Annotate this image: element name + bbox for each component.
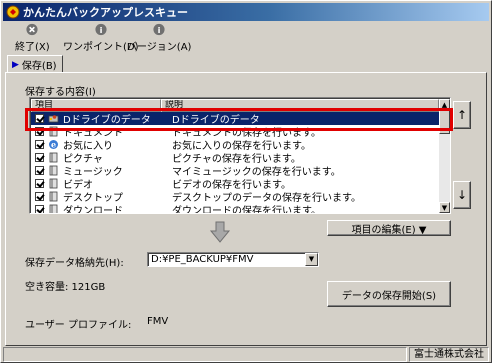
version-button[interactable]: i バージョン(A): [127, 23, 191, 53]
info-icon: i: [95, 23, 107, 36]
dropdown-arrow-icon[interactable]: ▼: [305, 253, 318, 266]
exit-icon: [26, 23, 38, 36]
tab-backup-label: 保存(B): [21, 61, 57, 72]
item-description: ダウンロードの保存を行います。: [172, 206, 321, 214]
user-profile-value: FMV: [147, 316, 169, 327]
scroll-down-arrow-icon[interactable]: ▼: [439, 202, 450, 213]
book-icon: [48, 165, 63, 176]
backup-contents-label: 保存する内容(I): [25, 87, 96, 98]
tab-backup[interactable]: ▶ 保存(B): [7, 55, 63, 73]
svg-text:i: i: [99, 25, 102, 35]
version-info-icon: i: [153, 23, 165, 36]
free-space-label: 空き容量: 121GB: [25, 282, 106, 293]
item-checkbox[interactable]: [35, 166, 44, 175]
svg-text:i: i: [158, 25, 161, 35]
exit-button[interactable]: 終了(X): [15, 23, 50, 53]
selection-highlight-box: [25, 108, 453, 131]
move-up-button[interactable]: ↑: [453, 101, 471, 129]
status-pane-main: [3, 347, 407, 362]
status-company: 富士通株式会社: [409, 347, 489, 362]
item-checkbox[interactable]: [35, 205, 44, 213]
user-profile-label: ユーザー プロファイル:: [25, 320, 132, 331]
svg-text:e: e: [51, 140, 56, 150]
status-bar: 富士通株式会社: [3, 347, 489, 362]
title-bar[interactable]: かんたんバックアップレスキュー: [3, 3, 489, 21]
toolbar: 終了(X) i ワンポイント(D) i バージョン(A): [5, 23, 489, 53]
item-checkbox[interactable]: [35, 140, 44, 149]
tab-strip: ▶ 保存(B): [5, 55, 489, 73]
tab-arrow-icon: ▶: [12, 59, 19, 70]
version-label: バージョン(A): [127, 42, 192, 53]
down-arrow-icon: [209, 221, 231, 243]
app-window: かんたんバックアップレスキュー 終了(X) i ワンポイント(D) i バージョ…: [0, 0, 492, 363]
move-down-button[interactable]: ↓: [453, 181, 471, 209]
window-title: かんたんバックアップレスキュー: [23, 6, 188, 19]
item-checkbox[interactable]: [35, 179, 44, 188]
destination-label: 保存データ格納先(H):: [25, 258, 124, 269]
app-icon: [6, 5, 20, 19]
destination-select[interactable]: D:¥PE_BACKUP¥FMV ▼: [147, 252, 319, 267]
item-checkbox[interactable]: [35, 192, 44, 201]
book-icon: [48, 152, 63, 163]
book-icon: [48, 191, 63, 202]
ie-favorites-icon: e: [48, 139, 63, 150]
destination-value: D:¥PE_BACKUP¥FMV: [151, 254, 254, 265]
book-icon: [48, 204, 63, 213]
book-icon: [48, 178, 63, 189]
exit-label: 終了(X): [15, 42, 50, 53]
item-checkbox[interactable]: [35, 153, 44, 162]
edit-items-button[interactable]: 項目の編集(E) ▼: [327, 220, 451, 236]
table-row[interactable]: ダウンロード ダウンロードの保存を行います。: [31, 203, 439, 214]
start-backup-button[interactable]: データの保存開始(S): [327, 281, 451, 307]
item-name: ダウンロード: [63, 206, 123, 214]
